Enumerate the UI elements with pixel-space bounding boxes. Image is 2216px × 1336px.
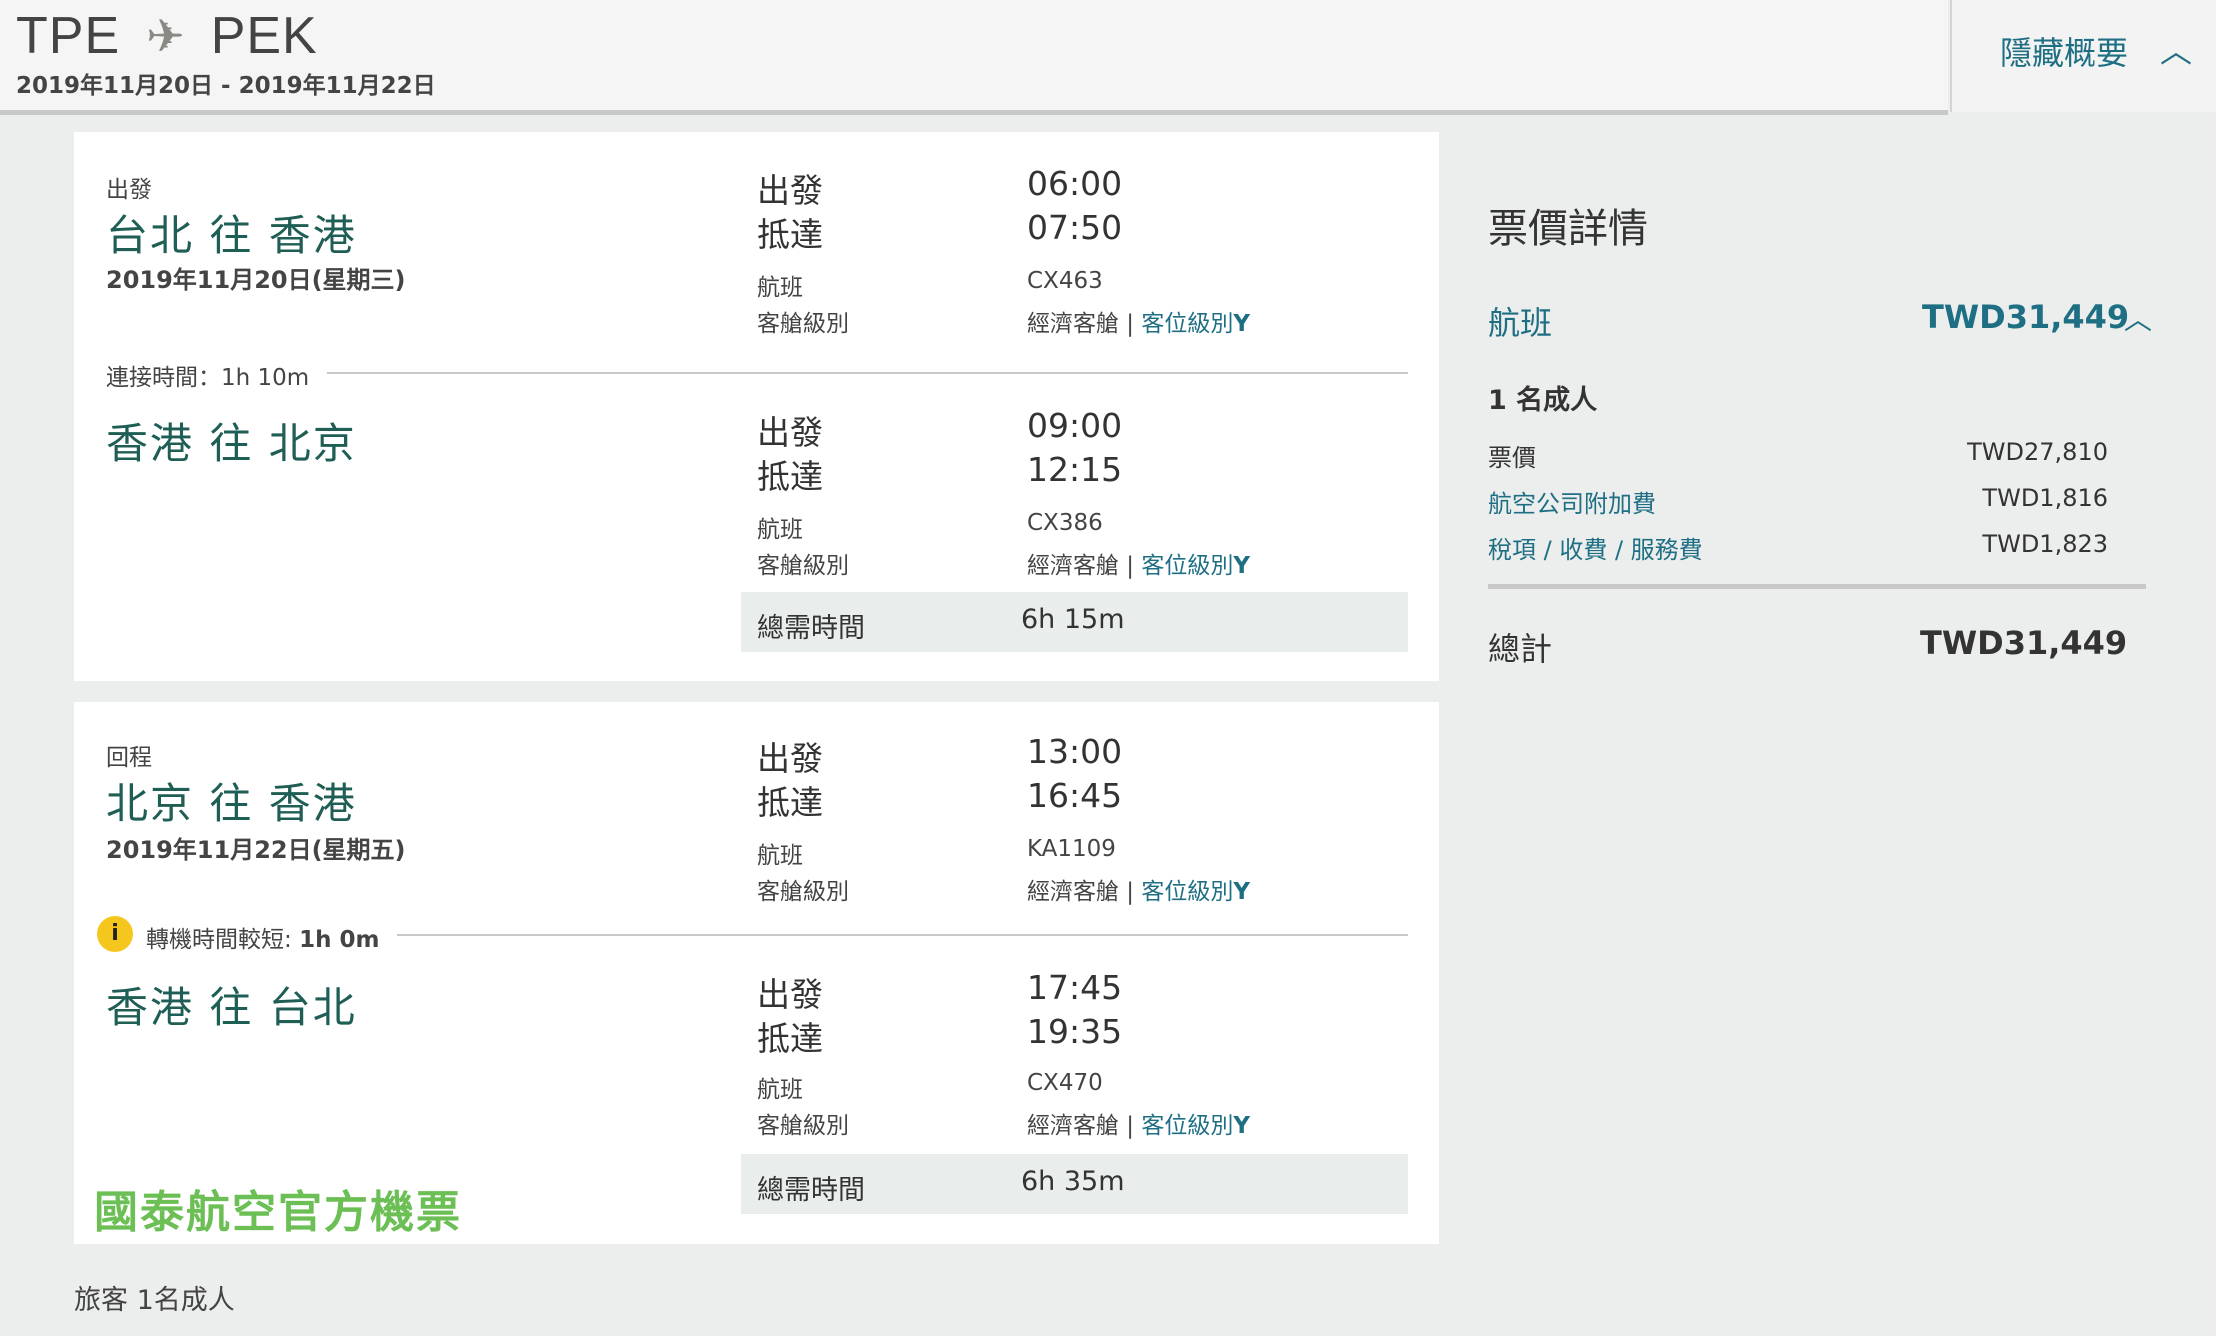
depart-time: 09:00 — [1027, 406, 1123, 445]
direction-label: 回程 — [106, 745, 152, 771]
cabin-info: 經濟客艙 | 客位級別Y — [1027, 1113, 1251, 1139]
price-row-value: TWD27,810 — [1967, 438, 2108, 466]
arrive-label: 抵達 — [757, 215, 823, 254]
flight-price-total[interactable]: TWD31,449 — [1922, 298, 2129, 336]
cabin-label: 客艙級別 — [757, 553, 849, 579]
flight-date: 2019年11月20日(星期三) — [106, 266, 406, 294]
fare-class-code[interactable]: Y — [1233, 553, 1250, 579]
outbound-flight-card: 出發 台北 往 香港 2019年11月20日(星期三) 出發 06:00 抵達 … — [74, 132, 1439, 681]
flight-label: 航班 — [757, 275, 803, 301]
flight-label: 航班 — [757, 1077, 803, 1103]
fare-class-code[interactable]: Y — [1233, 311, 1250, 337]
cabin-label: 客艙級別 — [757, 311, 849, 337]
cabin-label: 客艙級別 — [757, 1113, 849, 1139]
trip-summary-header: TPE ✈ PEK 2019年11月20日 - 2019年11月22日 — [0, 0, 1948, 115]
trip-dates: 2019年11月20日 - 2019年11月22日 — [16, 73, 436, 99]
depart-time: 17:45 — [1027, 968, 1123, 1007]
grand-total-value: TWD31,449 — [1920, 624, 2128, 662]
chevron-up-icon[interactable]: ︿ — [2124, 298, 2152, 338]
price-row-value: TWD1,816 — [1982, 484, 2108, 512]
depart-label: 出發 — [757, 739, 823, 778]
flight-price-toggle[interactable]: 航班 — [1488, 298, 1552, 344]
leg2-route-title: 香港 往 北京 — [106, 419, 357, 468]
depart-label: 出發 — [757, 413, 823, 452]
cabin-value: 經濟客艙 — [1027, 879, 1119, 905]
arrive-label: 抵達 — [757, 1019, 823, 1058]
origin-code: TPE — [16, 7, 121, 65]
cabin-info: 經濟客艙 | 客位級別Y — [1027, 553, 1251, 579]
airplane-icon: ✈ — [146, 9, 185, 63]
short-connection-time: 1h 0m — [299, 927, 380, 953]
arrive-label: 抵達 — [757, 457, 823, 496]
total-duration-box: 總需時間 6h 15m — [741, 592, 1408, 652]
depart-time: 06:00 — [1027, 164, 1123, 203]
price-row-label: 票價 — [1488, 444, 1536, 472]
cabin-info: 經濟客艙 | 客位級別Y — [1027, 879, 1251, 905]
total-duration-label: 總需時間 — [757, 1175, 865, 1206]
arrive-time: 07:50 — [1027, 208, 1123, 247]
fare-class-code[interactable]: Y — [1233, 1113, 1250, 1139]
grand-total-label: 總計 — [1488, 630, 1553, 668]
flight-label: 航班 — [757, 843, 803, 869]
leg2-route-title: 香港 往 台北 — [106, 983, 357, 1032]
inbound-flight-card: 回程 北京 往 香港 2019年11月22日(星期五) 出發 13:00 抵達 … — [74, 702, 1439, 1244]
route-title: 北京 往 香港 — [106, 779, 357, 828]
total-duration-value: 6h 35m — [1021, 1166, 1125, 1197]
arrive-label: 抵達 — [757, 783, 823, 822]
short-connection-label: 轉機時間較短: — [146, 927, 292, 953]
arrive-time: 16:45 — [1027, 776, 1123, 815]
connection-time: 連接時間：1h 10m — [106, 358, 328, 392]
taxes-link[interactable]: 稅項 / 收費 / 服務費 — [1488, 530, 1703, 565]
flight-number: KA1109 — [1027, 836, 1116, 862]
surcharge-link[interactable]: 航空公司附加費 — [1488, 484, 1656, 519]
fare-class-link[interactable]: 客位級別 — [1141, 311, 1233, 337]
price-row-fare: 票價 TWD27,810 — [1488, 438, 2108, 478]
cabin-value: 經濟客艙 — [1027, 311, 1119, 337]
fare-class-link[interactable]: 客位級別 — [1141, 1113, 1233, 1139]
fare-class-link[interactable]: 客位級別 — [1141, 879, 1233, 905]
flight-label: 航班 — [757, 517, 803, 543]
price-divider — [1488, 584, 2146, 589]
direction-label: 出發 — [106, 177, 152, 203]
price-row-surcharge: 航空公司附加費 TWD1,816 — [1488, 484, 2108, 524]
total-duration-value: 6h 15m — [1021, 604, 1125, 635]
cabin-label: 客艙級別 — [757, 879, 849, 905]
cabin-value: 經濟客艙 — [1027, 1113, 1119, 1139]
flight-number: CX463 — [1027, 268, 1103, 294]
chevron-up-icon: ︿ — [2160, 32, 2193, 70]
hide-summary-label: 隱藏概要 — [2000, 34, 2129, 72]
price-row-value: TWD1,823 — [1982, 530, 2108, 558]
depart-label: 出發 — [757, 171, 823, 210]
connection-divider — [394, 934, 1408, 936]
fare-class-code[interactable]: Y — [1233, 879, 1250, 905]
arrive-time: 19:35 — [1027, 1012, 1123, 1051]
flight-number: CX386 — [1027, 510, 1103, 536]
depart-time: 13:00 — [1027, 732, 1123, 771]
info-warning-icon: i — [97, 916, 133, 952]
price-row-taxes: 稅項 / 收費 / 服務費 TWD1,823 — [1488, 530, 2108, 570]
destination-code: PEK — [210, 7, 318, 65]
adult-count: 1 名成人 — [1488, 385, 1598, 416]
total-duration-box: 總需時間 6h 35m — [741, 1154, 1408, 1214]
cabin-info: 經濟客艙 | 客位級別Y — [1027, 311, 1251, 337]
flight-number: CX470 — [1027, 1070, 1103, 1096]
hide-summary-button[interactable]: 隱藏概要 ︿ — [1950, 0, 2216, 112]
depart-label: 出發 — [757, 975, 823, 1014]
flight-date: 2019年11月22日(星期五) — [106, 836, 406, 864]
short-connection-notice: 轉機時間較短: 1h 0m — [146, 920, 398, 954]
fare-class-link[interactable]: 客位級別 — [1141, 553, 1233, 579]
total-duration-label: 總需時間 — [757, 613, 865, 644]
watermark-text: 國泰航空官方機票 — [94, 1187, 462, 1238]
arrive-time: 12:15 — [1027, 450, 1123, 489]
route-heading: TPE ✈ PEK — [16, 6, 318, 66]
price-details-title: 票價詳情 — [1488, 206, 1648, 252]
route-title: 台北 往 香港 — [106, 211, 357, 260]
cabin-value: 經濟客艙 — [1027, 553, 1119, 579]
passenger-summary: 旅客 1名成人 — [74, 1285, 235, 1316]
